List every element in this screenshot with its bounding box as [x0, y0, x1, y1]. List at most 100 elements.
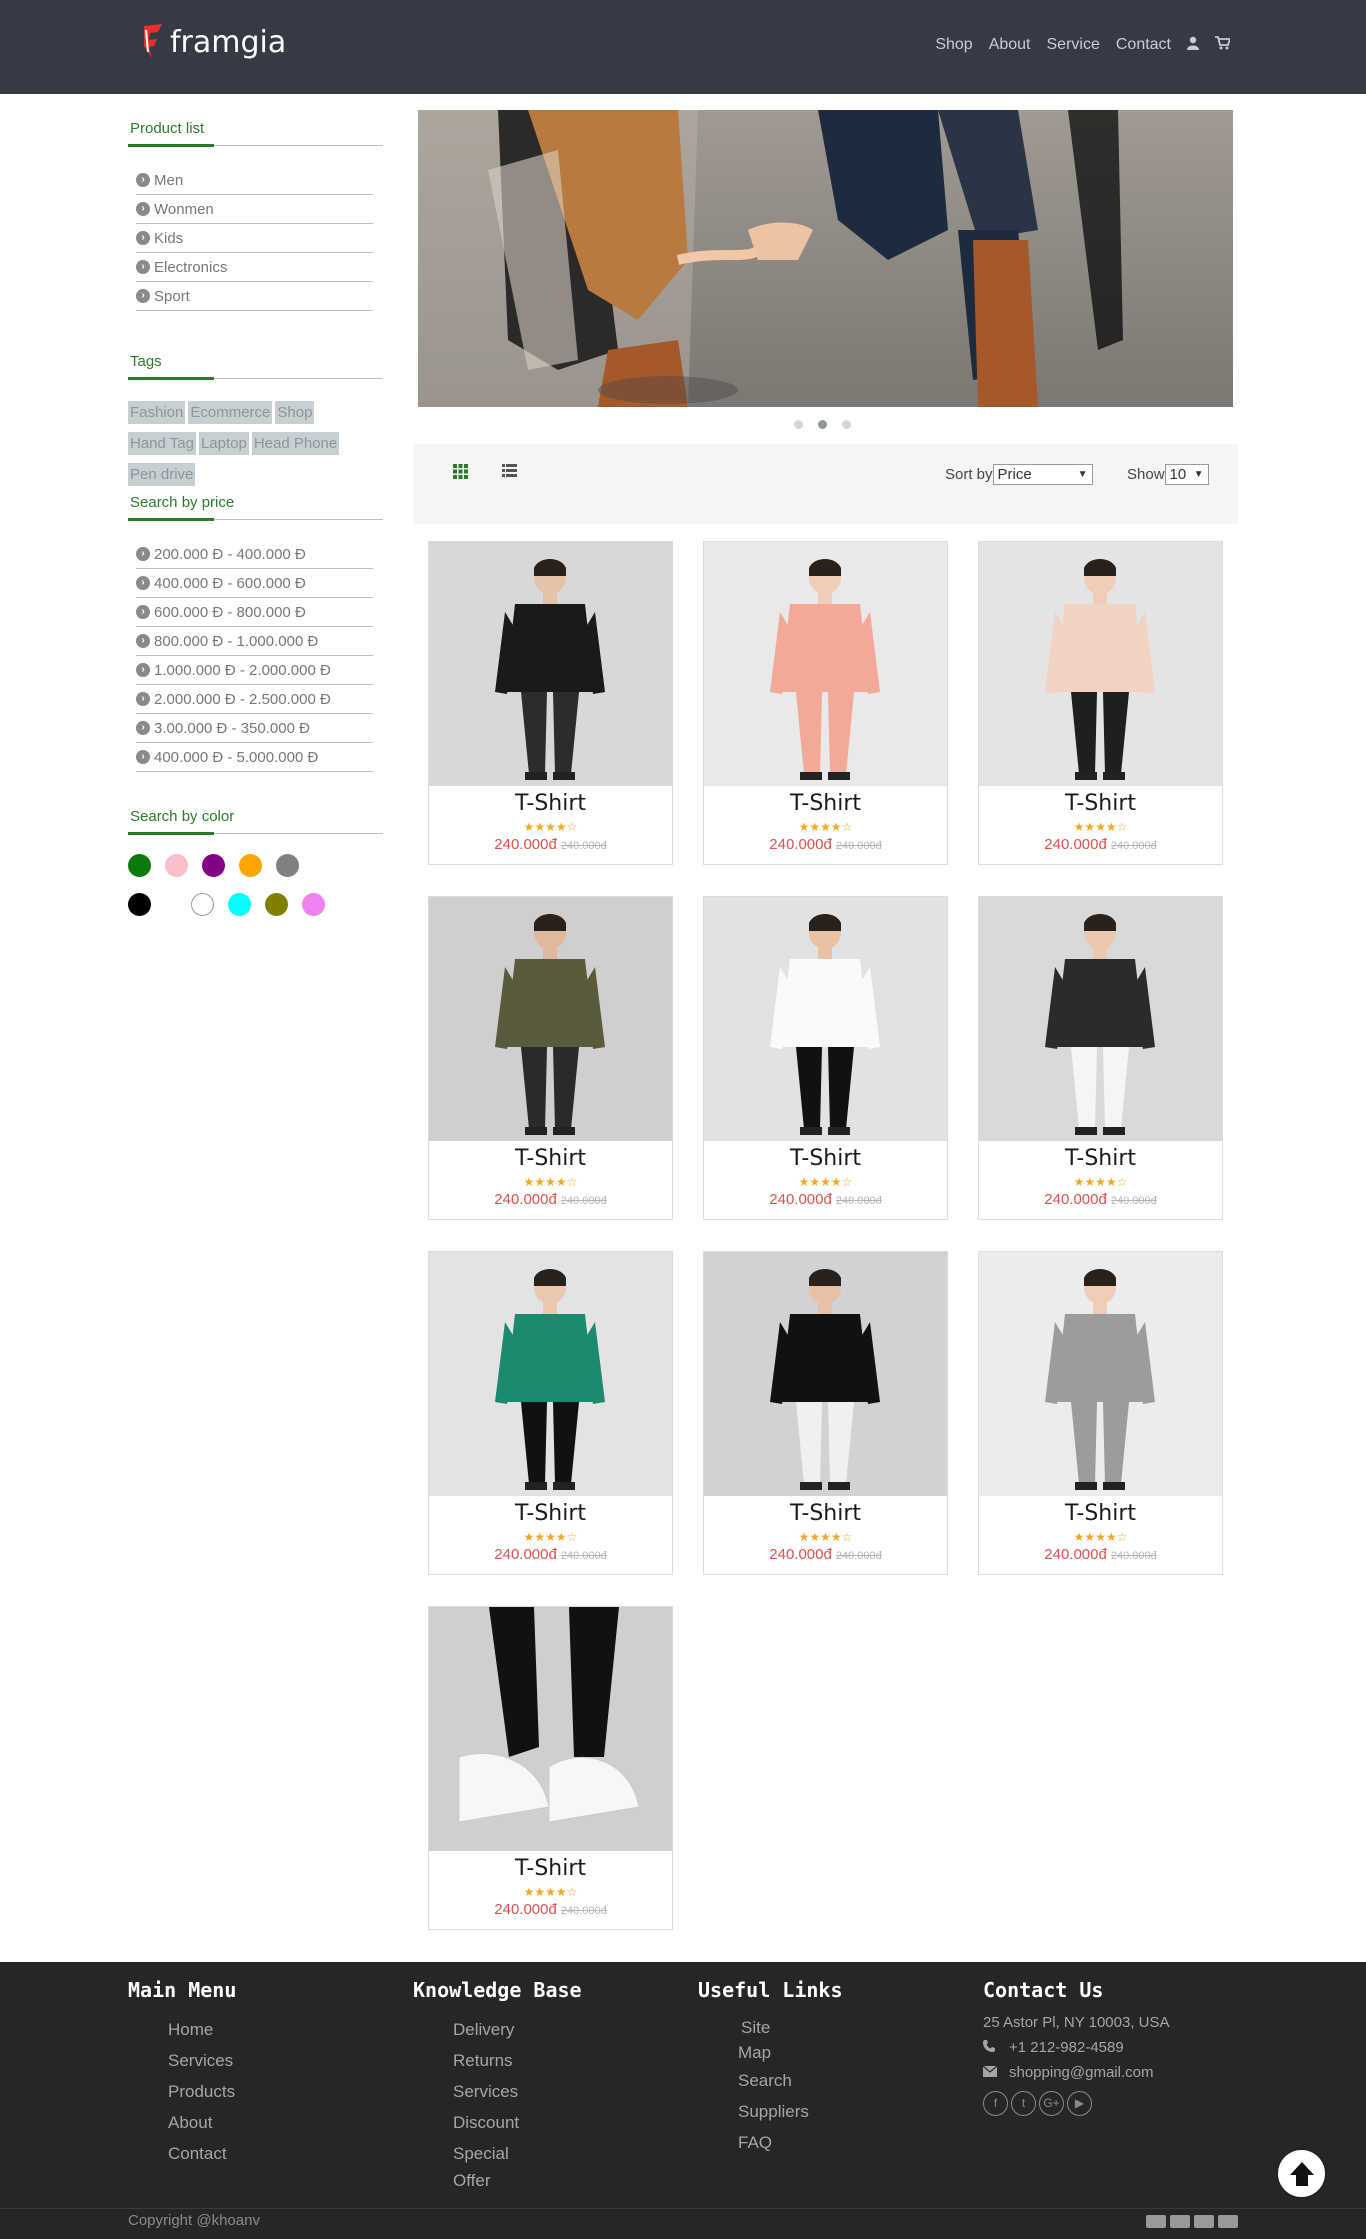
tag[interactable]: Head Phone: [251, 432, 340, 455]
product-name[interactable]: T-Shirt: [979, 1501, 1222, 1526]
color-swatch[interactable]: [128, 854, 151, 877]
footer-link[interactable]: Offer: [453, 2169, 582, 2193]
color-swatch[interactable]: [239, 854, 262, 877]
tag[interactable]: Hand Tag: [128, 432, 196, 455]
footer-link[interactable]: FAQ: [738, 2127, 843, 2158]
product-name[interactable]: T-Shirt: [429, 791, 672, 816]
product-name[interactable]: T-Shirt: [704, 1501, 947, 1526]
main-nav: Shop About Service Contact: [919, 36, 1232, 54]
footer-link[interactable]: About: [168, 2107, 236, 2138]
product-image[interactable]: [429, 1252, 672, 1496]
product-name[interactable]: T-Shirt: [429, 1501, 672, 1526]
footer-link[interactable]: Map: [738, 2041, 843, 2065]
footer-link[interactable]: Site: [741, 2014, 843, 2041]
color-swatch[interactable]: [165, 854, 188, 877]
scroll-to-top-button[interactable]: [1276, 2148, 1327, 2199]
product-image[interactable]: [704, 897, 947, 1141]
google-plus-icon[interactable]: G+: [1039, 2091, 1064, 2116]
product-name[interactable]: T-Shirt: [429, 1146, 672, 1171]
category-women[interactable]: › Wonmen: [136, 195, 373, 224]
carousel-dot-active[interactable]: [818, 420, 827, 429]
footer-link[interactable]: Contact: [168, 2138, 236, 2169]
nav-service[interactable]: Service: [1047, 36, 1100, 54]
category-sport[interactable]: › Sport: [136, 282, 373, 311]
product-image[interactable]: [704, 542, 947, 786]
tag[interactable]: Fashion: [128, 401, 186, 424]
footer-link[interactable]: Discount: [453, 2107, 582, 2138]
color-swatch[interactable]: [302, 893, 325, 916]
price-range[interactable]: › 400.000 Đ - 600.000 Đ: [136, 569, 373, 598]
product-image[interactable]: [979, 897, 1222, 1141]
product-image[interactable]: [979, 1252, 1222, 1496]
color-swatches: [128, 854, 348, 932]
tag[interactable]: Shop: [275, 401, 315, 424]
current-price: 240.000đ: [494, 1901, 557, 1918]
footer-link[interactable]: Products: [168, 2076, 236, 2107]
color-swatch[interactable]: [191, 893, 214, 916]
carousel-dot[interactable]: [794, 420, 803, 429]
nav-shop[interactable]: Shop: [935, 36, 972, 54]
footer-link[interactable]: Services: [168, 2045, 236, 2076]
price-range[interactable]: › 1.000.000 Đ - 2.000.000 Đ: [136, 656, 373, 685]
nav-contact[interactable]: Contact: [1116, 36, 1171, 54]
category-electronics[interactable]: › Electronics: [136, 253, 373, 282]
price-range[interactable]: › 400.000 Đ - 5.000.000 Đ: [136, 743, 373, 772]
tag[interactable]: Laptop: [198, 432, 249, 455]
product-card[interactable]: T-Shirt ★★★★☆ 240.000đ 240.000đ: [703, 896, 948, 1220]
category-kids[interactable]: › Kids: [136, 224, 373, 253]
price-range[interactable]: › 3.00.000 Đ - 350.000 Đ: [136, 714, 373, 743]
footer-link[interactable]: Search: [738, 2065, 843, 2096]
color-swatch[interactable]: [228, 893, 251, 916]
color-swatch[interactable]: [276, 854, 299, 877]
nav-about[interactable]: About: [989, 36, 1031, 54]
color-swatch[interactable]: [128, 893, 151, 916]
facebook-icon[interactable]: f: [983, 2091, 1008, 2116]
twitter-icon[interactable]: t: [1011, 2091, 1036, 2116]
price-range[interactable]: › 2.000.000 Đ - 2.500.000 Đ: [136, 685, 373, 714]
product-name[interactable]: T-Shirt: [704, 791, 947, 816]
product-card[interactable]: T-Shirt ★★★★☆ 240.000đ 240.000đ: [703, 1251, 948, 1575]
product-name[interactable]: T-Shirt: [704, 1146, 947, 1171]
color-swatch[interactable]: [265, 893, 288, 916]
footer-link[interactable]: Suppliers: [738, 2096, 843, 2127]
footer-link[interactable]: Services: [453, 2076, 582, 2107]
product-card[interactable]: T-Shirt ★★★★☆ 240.000đ 240.000đ: [703, 541, 948, 865]
product-card[interactable]: T-Shirt ★★★★☆ 240.000đ 240.000đ: [428, 541, 673, 865]
sort-select[interactable]: Price ▼: [992, 464, 1093, 485]
product-name[interactable]: T-Shirt: [979, 791, 1222, 816]
list-view-icon[interactable]: [502, 464, 517, 482]
product-card[interactable]: T-Shirt ★★★★☆ 240.000đ 240.000đ: [428, 896, 673, 1220]
product-image[interactable]: [429, 542, 672, 786]
footer-link[interactable]: Special: [453, 2138, 582, 2169]
logo[interactable]: framgia: [140, 22, 286, 62]
product-card[interactable]: T-Shirt ★★★★☆ 240.000đ 240.000đ: [428, 1251, 673, 1575]
contact-email[interactable]: shopping@gmail.com: [982, 2064, 1170, 2081]
tag[interactable]: Pen drive: [128, 463, 196, 486]
product-image[interactable]: [429, 897, 672, 1141]
product-card[interactable]: T-Shirt ★★★★☆ 240.000đ 240.000đ: [978, 1251, 1223, 1575]
carousel-dot[interactable]: [842, 420, 851, 429]
category-men[interactable]: › Men: [136, 166, 373, 195]
product-image[interactable]: [704, 1252, 947, 1496]
color-swatch[interactable]: [202, 854, 225, 877]
grid-view-icon[interactable]: [453, 464, 468, 484]
youtube-icon[interactable]: ▶: [1067, 2091, 1092, 2116]
product-card[interactable]: T-Shirt ★★★★☆ 240.000đ 240.000đ: [428, 1606, 673, 1930]
product-name[interactable]: T-Shirt: [429, 1856, 672, 1881]
cart-icon[interactable]: [1215, 36, 1232, 54]
product-card[interactable]: T-Shirt ★★★★☆ 240.000đ 240.000đ: [978, 541, 1223, 865]
footer-link[interactable]: Returns: [453, 2045, 582, 2076]
current-price: 240.000đ: [494, 836, 557, 853]
price-range[interactable]: › 600.000 Đ - 800.000 Đ: [136, 598, 373, 627]
footer-link[interactable]: Home: [168, 2014, 236, 2045]
product-name[interactable]: T-Shirt: [979, 1146, 1222, 1171]
price-range[interactable]: › 200.000 Đ - 400.000 Đ: [136, 540, 373, 569]
show-select[interactable]: 10 ▼: [1164, 464, 1209, 485]
product-image[interactable]: [429, 1607, 672, 1851]
tag[interactable]: Ecommerce: [188, 401, 273, 424]
product-image[interactable]: [979, 542, 1222, 786]
user-icon[interactable]: [1187, 36, 1199, 54]
product-card[interactable]: T-Shirt ★★★★☆ 240.000đ 240.000đ: [978, 896, 1223, 1220]
footer-link[interactable]: Delivery: [453, 2014, 582, 2045]
price-range[interactable]: › 800.000 Đ - 1.000.000 Đ: [136, 627, 373, 656]
